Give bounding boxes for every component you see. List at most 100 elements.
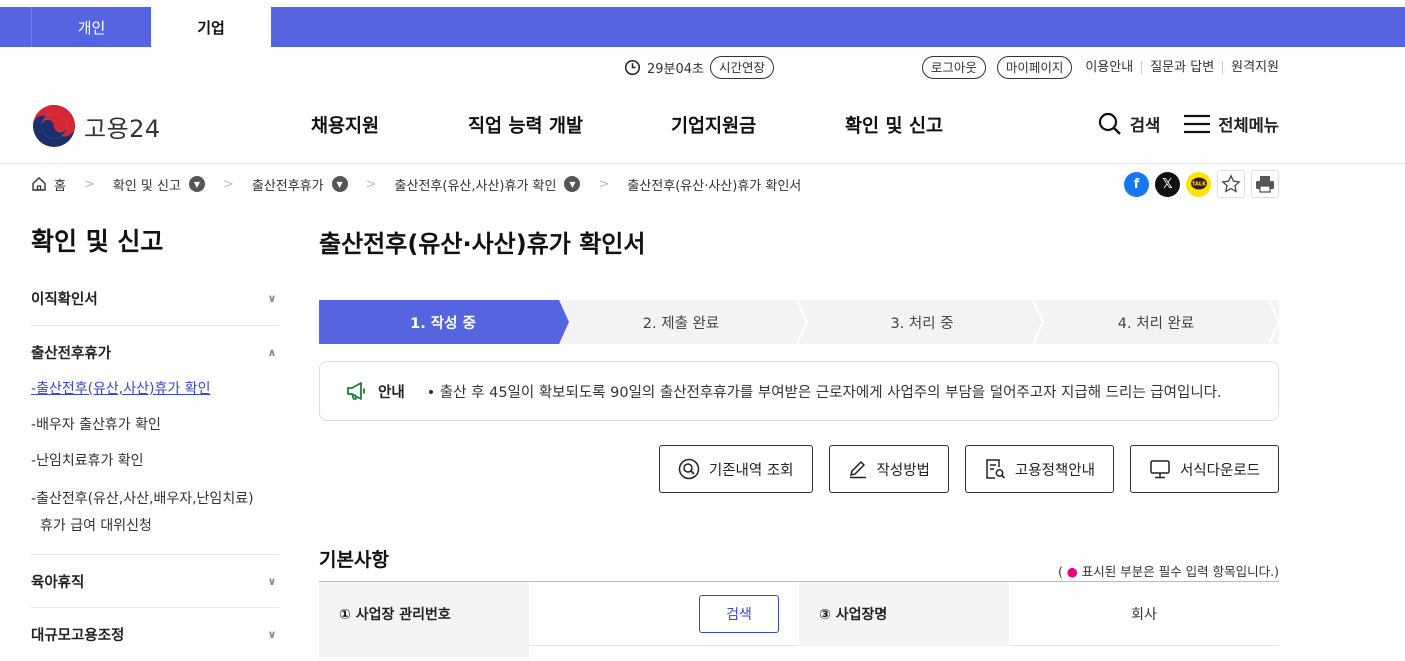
breadcrumb-separator: > — [83, 176, 95, 192]
chevron-down-icon[interactable]: ▼ — [564, 176, 581, 192]
breadcrumb-separator: > — [598, 176, 610, 192]
form-download-button[interactable]: 서식다운로드 — [1129, 445, 1279, 493]
form-row: ① 사업장 관리번호 검색 ③ 사업장명 회사 — [319, 582, 1279, 646]
nav-vocational-training[interactable]: 직업 능력 개발 — [468, 112, 583, 138]
sidebar-item-separation-cert[interactable]: 이직확인서 ∨ — [31, 288, 279, 309]
workplace-name-value: 회사 — [1131, 607, 1157, 623]
header-divider — [0, 163, 1405, 164]
chevron-down-icon: ∨ — [267, 292, 277, 305]
breadcrumb-current: 출산전후(유산·사산)휴가 확인서 — [627, 178, 802, 194]
sidebar-subitem-label: 배우자 출산휴가 확인 — [36, 417, 161, 433]
sidebar-subitem-label: 출산전후(유산,사산,배우자,난임치료) — [36, 491, 254, 507]
employment-policy-button[interactable]: 고용정책안내 — [964, 445, 1114, 493]
search-icon — [1098, 112, 1121, 135]
mypage-button[interactable]: 마이페이지 — [996, 55, 1073, 79]
notice-box: 안내 • 출산 후 45일이 확보되도록 90일의 출산전후휴가를 부여받은 근… — [319, 361, 1279, 421]
chevron-down-icon[interactable]: ▼ — [331, 176, 348, 192]
logo-text: 고용24 — [84, 114, 161, 143]
sidebar-section-parental-leave: 육아휴직 ∨ — [31, 555, 279, 608]
chevron-down-icon: ∨ — [267, 575, 277, 588]
extend-time-button[interactable]: 시간연장 — [710, 55, 775, 79]
link-guide[interactable]: 이용안내 — [1083, 61, 1141, 74]
kakaotalk-icon[interactable]: TALK — [1186, 171, 1211, 197]
required-dot-icon: ● — [1066, 564, 1078, 579]
sidebar-item-label: 대규모고용조정 — [31, 628, 125, 644]
step-4-completed: 4. 처리 완료 — [1117, 315, 1195, 332]
chevron-down-icon[interactable]: ▼ — [188, 176, 205, 192]
workplace-number-cell: 검색 — [529, 582, 799, 646]
user-type-bar: 개인 기업 — [0, 7, 1405, 47]
sidebar-section-mass-adjustment: 대규모고용조정 ∨ — [31, 608, 279, 661]
site-logo[interactable]: 고용24 — [32, 104, 161, 148]
document-search-icon — [986, 459, 1005, 479]
step-1-writing: 1. 작성 중 — [410, 315, 476, 332]
basic-info-form: ① 사업장 관리번호 검색 ③ 사업장명 회사 — [319, 581, 1279, 658]
link-remote-support[interactable]: 원격지원 — [1222, 60, 1279, 74]
megaphone-icon — [347, 382, 365, 400]
svg-text:TALK: TALK — [1192, 182, 1207, 188]
sidebar-subitem-infertility-leave[interactable]: -난임치료휴가 확인 — [31, 450, 144, 470]
required-note-paren: ( — [1057, 564, 1063, 579]
site-header: 고용24 채용지원 직업 능력 개발 기업지원금 확인 및 신고 검색 전체메뉴 — [0, 98, 1405, 154]
facebook-icon[interactable]: f — [1124, 171, 1149, 197]
sidebar-item-maternity-leave[interactable]: 출산전후휴가 ∧ — [31, 342, 279, 363]
chevron-down-icon: ∨ — [267, 628, 277, 641]
label-workplace-number: ① 사업장 관리번호 — [319, 582, 529, 646]
notice-text: • 출산 후 45일이 확보되도록 90일의 출산전후휴가를 부여받은 근로자에… — [426, 384, 1222, 401]
sidebar-subitem-label: 난임치료휴가 확인 — [36, 453, 144, 469]
sidebar-item-parental-leave[interactable]: 육아휴직 ∨ — [31, 571, 279, 592]
session-timer: 29분04초 시간연장 — [624, 55, 775, 79]
required-note-text: 표시된 부분은 필수 입력 항목입니다.) — [1081, 564, 1279, 579]
breadcrumb-separator: > — [222, 176, 234, 192]
sidebar-section-maternity-leave: 출산전후휴가 ∧ -출산전후(유산,사산)휴가 확인 -배우자 출산휴가 확인 … — [31, 326, 279, 555]
utility-bar: 29분04초 시간연장 로그아웃 마이페이지 이용안내 질문과 답변 원격지원 — [0, 55, 1405, 81]
search-label: 검색 — [1129, 116, 1161, 135]
print-icon[interactable] — [1251, 170, 1279, 198]
taegeuk-logo-icon — [33, 105, 75, 147]
workplace-search-button[interactable]: 검색 — [699, 595, 779, 633]
button-label: 기존내역 조회 — [708, 462, 794, 479]
breadcrumb-item-1[interactable]: 확인 및 신고 — [113, 175, 181, 194]
nav-hiring[interactable]: 채용지원 — [311, 112, 379, 138]
sidebar-subitem-maternity-confirm[interactable]: -출산전후(유산,사산)휴가 확인 — [31, 378, 210, 398]
sidebar-subitem-spouse-leave[interactable]: -배우자 출산휴가 확인 — [31, 414, 161, 434]
how-to-write-button[interactable]: 작성방법 — [828, 445, 949, 493]
all-menu-button[interactable]: 전체메뉴 — [1184, 112, 1279, 136]
nav-confirm-report[interactable]: 확인 및 신고 — [845, 112, 943, 138]
home-icon — [32, 177, 46, 191]
sidebar-subitem-label-line2: 휴가 급여 대위신청 — [40, 518, 152, 534]
sidebar-item-label: 이직확인서 — [31, 292, 98, 308]
button-label: 작성방법 — [876, 462, 930, 479]
sidebar-section-separation-cert: 이직확인서 ∨ — [31, 260, 279, 326]
x-icon[interactable]: 𝕏 — [1155, 171, 1180, 197]
hamburger-icon — [1184, 114, 1211, 134]
star-icon[interactable] — [1217, 170, 1245, 198]
button-label: 고용정책안내 — [1014, 462, 1095, 479]
breadcrumb-item-2[interactable]: 출산전후휴가 — [252, 175, 324, 194]
action-buttons: 기존내역 조회 작성방법 고용정책안내 서식다운로드 — [658, 445, 1279, 493]
sidebar-title: 확인 및 신고 — [31, 227, 164, 256]
link-qna[interactable]: 질문과 답변 — [1141, 60, 1222, 74]
sidebar-subitem-subrogation[interactable]: -출산전후(유산,사산,배우자,난임치료) 휴가 급여 대위신청 — [31, 486, 254, 540]
sidebar: 확인 및 신고 이직확인서 ∨ 출산전후휴가 ∧ -출산전후(유산,사산)휴가 … — [31, 222, 279, 661]
history-lookup-button[interactable]: 기존내역 조회 — [658, 445, 813, 493]
nav-subsidies[interactable]: 기업지원금 — [671, 112, 756, 138]
sidebar-item-label: 육아휴직 — [31, 575, 85, 591]
tab-personal[interactable]: 개인 — [31, 7, 151, 47]
tab-business[interactable]: 기업 — [151, 7, 271, 47]
button-label: 서식다운로드 — [1179, 462, 1260, 479]
step-3-processing: 3. 처리 중 — [890, 315, 954, 332]
breadcrumb-item-3[interactable]: 출산전후(유산,사산)휴가 확인 — [395, 175, 557, 194]
search-button[interactable]: 검색 — [1098, 112, 1160, 136]
monitor-icon — [1150, 460, 1170, 479]
pencil-icon — [849, 460, 866, 479]
label-workplace-name: ③ 사업장명 — [799, 582, 1009, 646]
sidebar-subitem-label: 출산전후(유산,사산)휴가 확인 — [36, 381, 211, 397]
logout-button[interactable]: 로그아웃 — [921, 55, 986, 79]
step-2-submitted: 2. 제출 완료 — [642, 315, 720, 332]
notice-label: 안내 — [378, 384, 405, 401]
sidebar-item-mass-adjustment[interactable]: 대규모고용조정 ∨ — [31, 624, 279, 645]
clock-icon — [624, 59, 641, 75]
breadcrumb-home[interactable]: 홈 — [54, 175, 66, 194]
search-circle-icon — [678, 458, 700, 480]
